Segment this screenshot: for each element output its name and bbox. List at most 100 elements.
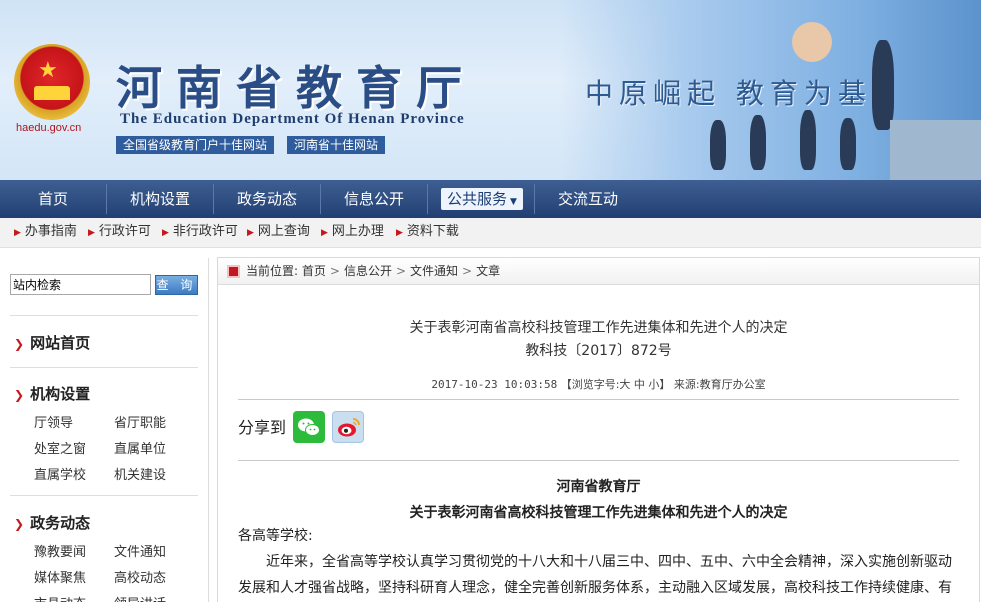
article-date: 2017-10-23 10:03:58 — [431, 378, 558, 391]
sidebar-section-homepage[interactable]: ❯ 网站首页 — [14, 332, 90, 353]
banner-dancer-figure — [840, 118, 856, 170]
subnav-item-online-query[interactable]: ▶ 网上查询 — [247, 218, 310, 247]
font-size-label: 【浏览字号: — [560, 378, 620, 391]
star-icon: ★ — [38, 58, 58, 83]
chevron-right-icon: ❯ — [14, 337, 25, 351]
subnav-item-guide[interactable]: ▶ 办事指南 — [14, 218, 77, 247]
breadcrumb-separator-icon: > — [462, 264, 473, 278]
nav-item-organization[interactable]: 机构设置 — [107, 180, 213, 218]
sidebar-divider — [10, 315, 198, 316]
site-search-input[interactable] — [10, 274, 151, 295]
wechat-share-icon[interactable] — [293, 411, 325, 443]
weibo-share-icon[interactable] — [332, 411, 364, 443]
article-title: 关于表彰河南省高校科技管理工作先进集体和先进个人的决定 — [409, 320, 788, 336]
site-banner: ★ haedu.gov.cn 河南省教育厅 The Education Depa… — [0, 0, 981, 180]
nav-item-government-news[interactable]: 政务动态 — [214, 180, 320, 218]
award-badge: 全国省级教育门户十佳网站 — [116, 136, 275, 154]
nav-divider — [427, 184, 428, 214]
font-size-small-link[interactable]: 小 — [648, 378, 659, 391]
breadcrumb: 当前位置: 首页 > 信息公开 > 文件通知 > 文章 — [218, 258, 979, 285]
award-badge: 河南省十佳网站 — [287, 136, 386, 154]
triangle-right-icon: ▶ — [14, 228, 21, 238]
sidebar-section-title: 政务动态 — [30, 514, 91, 532]
site-title[interactable]: 河南省教育厅 — [116, 52, 476, 118]
subnav-item-label: 网上办理 — [331, 224, 384, 239]
dropdown-caret-icon: ▼ — [510, 197, 517, 207]
body-title: 关于表彰河南省高校科技管理工作先进集体和先进个人的决定 — [409, 505, 788, 521]
article-source: 来源:教育厅办公室 — [673, 378, 766, 391]
breadcrumb-item[interactable]: 首页 — [302, 264, 326, 278]
subnav-item-label: 行政许可 — [98, 224, 151, 239]
sidebar-divider — [10, 367, 198, 368]
sidebar-section-government-news[interactable]: ❯ 政务动态 — [14, 512, 90, 533]
main-navigation: 首页 机构设置 政务动态 信息公开 公共服务 ▼ 交流互动 — [0, 180, 981, 218]
sidebar-link[interactable]: 豫教要闻 — [34, 541, 86, 560]
triangle-right-icon: ▶ — [247, 228, 254, 238]
article-paragraph: 近年来，全省高等学校认真学习贯彻党的十八大和十八届三中、四中、五中、六中全会精神… — [238, 554, 952, 596]
sidebar-section-organization[interactable]: ❯ 机构设置 — [14, 383, 90, 404]
nav-item-info-disclosure[interactable]: 信息公开 — [321, 180, 427, 218]
sidebar-divider — [10, 495, 198, 496]
breadcrumb-label: 当前位置: — [246, 264, 299, 278]
nav-item-public-services-label: 公共服务 — [447, 190, 508, 208]
nav-item-home[interactable]: 首页 — [0, 180, 106, 218]
sidebar-link[interactable]: 高校动态 — [114, 567, 166, 586]
subnav-item-label: 资料下载 — [406, 224, 459, 239]
banner-building — [890, 120, 981, 180]
subnav-item-downloads[interactable]: ▶ 资料下载 — [396, 218, 459, 247]
article-meta: 2017-10-23 10:03:58 【浏览字号:大 中 小】 来源:教育厅办… — [218, 376, 979, 392]
banner-slogan: 中原崛起 教育为基 — [585, 77, 872, 110]
sidebar-link[interactable]: 市县动态 — [34, 593, 86, 602]
breadcrumb-item[interactable]: 文件通知 — [410, 264, 458, 278]
font-size-bracket: 】 — [659, 378, 671, 391]
banner-dancer-figure — [710, 120, 726, 170]
sidebar-link[interactable]: 处室之窗 — [34, 438, 86, 457]
banner-dancer-figure — [800, 110, 816, 170]
breadcrumb-item[interactable]: 文章 — [476, 264, 500, 278]
triangle-right-icon: ▶ — [321, 228, 328, 238]
breadcrumb-separator-icon: > — [395, 264, 407, 278]
issuer-heading: 河南省教育厅 — [556, 479, 641, 495]
site-domain: haedu.gov.cn — [16, 122, 82, 134]
national-emblem-logo[interactable]: ★ — [14, 44, 90, 120]
salutation: 各高等学校: — [238, 528, 313, 544]
article-panel: 当前位置: 首页 > 信息公开 > 文件通知 > 文章 关于表彰河南省高校科技管理工作先进集… — [217, 257, 980, 602]
triangle-right-icon: ▶ — [162, 228, 169, 238]
sidebar-link[interactable]: 直属学校 — [34, 464, 86, 483]
sidebar-link[interactable]: 机关建设 — [114, 464, 166, 483]
font-size-large-link[interactable]: 大 — [619, 378, 630, 391]
font-size-medium-link[interactable]: 中 — [634, 378, 645, 391]
sidebar-section-title: 机构设置 — [30, 385, 91, 403]
banner-smiling-face — [792, 22, 832, 62]
triangle-right-icon: ▶ — [88, 228, 95, 238]
sidebar-link[interactable]: 厅领导 — [34, 412, 73, 431]
site-subtitle: The Education Department Of Henan Provin… — [120, 111, 465, 127]
sidebar-link[interactable]: 领导讲话 — [114, 593, 166, 602]
nav-item-interaction[interactable]: 交流互动 — [535, 180, 641, 218]
sidebar-link[interactable]: 文件通知 — [114, 541, 166, 560]
nav-item-public-services[interactable]: 公共服务 ▼ — [441, 188, 523, 210]
subnav-item-label: 网上查询 — [257, 224, 310, 239]
divider — [238, 399, 959, 400]
sidebar-link[interactable]: 省厅职能 — [114, 412, 166, 431]
left-sidebar: 查 询 ❯网站首页 ❯机构设置 厅领导 省厅职能 处室之窗 直属单位 直属学校 … — [0, 258, 209, 602]
subnav-item-label: 非行政许可 — [172, 224, 238, 239]
triangle-right-icon: ▶ — [396, 228, 403, 238]
sidebar-link[interactable]: 直属单位 — [114, 438, 166, 457]
article-document-number: 教科技〔2017〕872号 — [525, 343, 672, 359]
breadcrumb-item[interactable]: 信息公开 — [344, 264, 392, 278]
subnav-item-online-service[interactable]: ▶ 网上办理 — [321, 218, 384, 247]
search-button[interactable]: 查 询 — [155, 275, 198, 295]
location-marker-icon — [227, 265, 240, 278]
sidebar-link[interactable]: 媒体聚焦 — [34, 567, 86, 586]
tiananmen-gate-icon — [34, 86, 70, 100]
breadcrumb-separator-icon: > — [329, 264, 340, 278]
subnav-item-non-admin-license[interactable]: ▶ 非行政许可 — [162, 218, 238, 247]
subnav-item-admin-license[interactable]: ▶ 行政许可 — [88, 218, 151, 247]
share-label: 分享到 — [238, 418, 287, 437]
subnav-item-label: 办事指南 — [24, 224, 77, 239]
divider — [238, 460, 959, 461]
chevron-right-icon: ❯ — [14, 388, 25, 402]
sidebar-section-title: 网站首页 — [30, 334, 91, 352]
sub-navigation: ▶ 办事指南 ▶ 行政许可 ▶ 非行政许可 ▶ 网上查询 ▶ 网上办理 ▶ 资料下载 — [0, 218, 981, 248]
